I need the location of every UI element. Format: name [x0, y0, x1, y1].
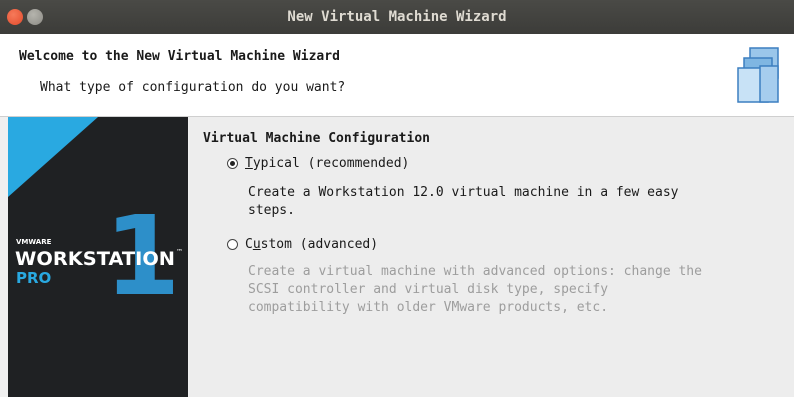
window-title: New Virtual Machine Wizard — [287, 9, 507, 25]
trademark-label: ™ — [176, 248, 183, 256]
title-bar: New Virtual Machine Wizard — [0, 0, 794, 34]
wizard-window: New Virtual Machine Wizard Welcome to th… — [0, 0, 794, 397]
configuration-panel: Virtual Machine Configuration Typical (r… — [189, 117, 794, 397]
virtual-machine-icon — [737, 47, 779, 103]
custom-radio[interactable] — [227, 239, 238, 250]
product-banner: 12 VMWARE WORKSTATION ™ PRO — [8, 117, 188, 397]
page-title: Welcome to the New Virtual Machine Wizar… — [19, 49, 340, 64]
edition-label: PRO — [16, 269, 51, 287]
typical-description: Create a Workstation 12.0 virtual machin… — [248, 185, 679, 218]
custom-description: Create a virtual machine with advanced o… — [248, 264, 702, 315]
custom-option[interactable]: Custom (advanced) — [227, 237, 378, 252]
section-heading: Virtual Machine Configuration — [203, 131, 430, 146]
brand-label: VMWARE — [16, 238, 52, 246]
wizard-header: Welcome to the New Virtual Machine Wizar… — [0, 34, 794, 117]
typical-option[interactable]: Typical (recommended) — [227, 156, 409, 171]
product-label: WORKSTATION — [15, 248, 175, 270]
typical-radio[interactable] — [227, 158, 238, 169]
workstation-logo: 12 VMWARE WORKSTATION ™ PRO — [8, 117, 188, 320]
typical-label: Typical (recommended) — [245, 156, 410, 171]
page-subtitle: What type of configuration do you want? — [40, 80, 346, 95]
custom-label: Custom (advanced) — [245, 237, 379, 252]
